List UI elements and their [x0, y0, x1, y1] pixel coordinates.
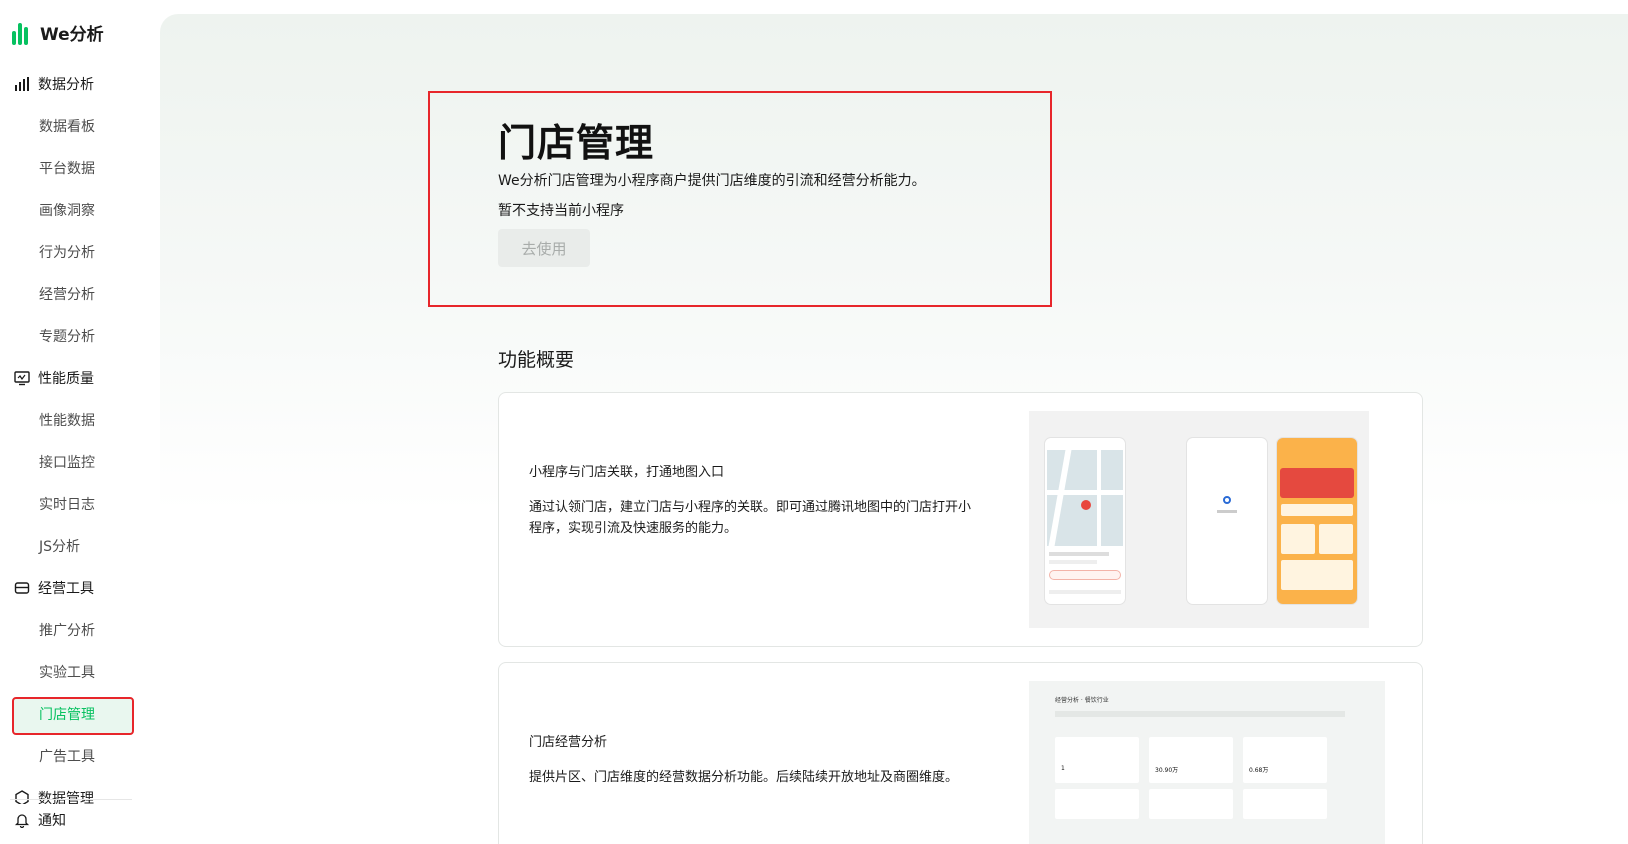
nav-group-data-analysis[interactable]: 数据分析: [0, 64, 160, 104]
sidebar-item-promotion-analysis[interactable]: 推广分析: [0, 610, 160, 650]
wallet-icon: [14, 580, 30, 596]
hexagon-icon: [14, 790, 30, 804]
map-area: [1047, 450, 1123, 546]
nav-group-data-management[interactable]: 数据管理: [0, 778, 160, 804]
sidebar-nav: 数据分析 数据看板 平台数据 画像洞察 行为分析 经营分析 专题分析 性能质量 …: [0, 64, 160, 804]
feature-preview-dashboard: 经营分析 · 餐饮行业 1 30.90万 0.68万: [1029, 681, 1385, 844]
unsupported-notice: 暂不支持当前小程序: [498, 203, 624, 219]
nav-group-performance[interactable]: 性能质量: [0, 358, 160, 398]
sidebar-item-platform-data[interactable]: 平台数据: [0, 148, 160, 188]
preview-metric-card: 0.68万: [1243, 737, 1327, 783]
page-description: We分析门店管理为小程序商户提供门店维度的引流和经营分析能力。: [498, 173, 926, 189]
sidebar-item-store-management[interactable]: 门店管理: [0, 694, 160, 735]
page-title: 门店管理: [498, 121, 655, 165]
sidebar-item-data-dashboard[interactable]: 数据看板: [0, 106, 160, 146]
overview-title: 功能概要: [498, 349, 575, 371]
feature-card-map-entry: 小程序与门店关联，打通地图入口 通过认领门店，建立门店与小程序的关联。即可通过腾…: [498, 392, 1423, 647]
preview-metric-value: 0.68万: [1249, 767, 1269, 774]
sidebar-item-experiment-tools[interactable]: 实验工具: [0, 652, 160, 692]
nav-group-label: 数据管理: [38, 791, 94, 804]
feature-card-text: 通过认领门店，建立门店与小程序的关联。即可通过腾讯地图中的门店打开小程序，实现引…: [529, 500, 972, 536]
phone-map-screen: [1045, 438, 1125, 604]
we-analysis-logo-icon: [12, 21, 32, 45]
phone-store-screen: [1277, 438, 1357, 604]
sidebar-item-performance-data[interactable]: 性能数据: [0, 400, 160, 440]
feature-card-store-analysis: 门店经营分析 提供片区、门店维度的经营数据分析功能。后续陆续开放地址及商圈维度。…: [498, 662, 1423, 844]
sidebar-item-js-analysis[interactable]: JS分析: [0, 526, 160, 566]
sidebar-item-api-monitor[interactable]: 接口监控: [0, 442, 160, 482]
sidebar: We分析 数据分析 数据看板 平台数据 画像洞察 行为分析 经营分析 专题分析 …: [0, 0, 160, 844]
nav-group-business-tools[interactable]: 经营工具: [0, 568, 160, 608]
nav-group-label: 经营工具: [38, 581, 94, 597]
sidebar-item-business-analysis[interactable]: 经营分析: [0, 274, 160, 314]
preview-metric-value: 1: [1061, 765, 1065, 772]
preview-metric-card: 1: [1055, 737, 1139, 783]
monitor-icon: [14, 370, 30, 386]
feature-card-title: 门店经营分析: [529, 735, 608, 750]
preview-metric-value: 30.90万: [1155, 767, 1179, 774]
nav-group-label: 性能质量: [38, 371, 94, 387]
sidebar-divider: [10, 799, 132, 800]
feature-preview-image: [1029, 411, 1369, 628]
promo-banner: [1280, 468, 1354, 498]
phone-loading-screen: [1187, 438, 1267, 604]
sidebar-item-topic-analysis[interactable]: 专题分析: [0, 316, 160, 356]
feature-card-title: 小程序与门店关联，打通地图入口: [529, 465, 725, 480]
bell-icon: [14, 812, 30, 828]
app-logo-icon: [1223, 496, 1231, 504]
preview-metric-card: 30.90万: [1149, 737, 1233, 783]
nav-group-label: 数据分析: [38, 77, 94, 93]
app-name: We分析: [40, 25, 104, 45]
bar-chart-icon: [14, 76, 30, 92]
map-pin-icon: [1081, 500, 1091, 510]
logo[interactable]: We分析: [12, 20, 104, 45]
sidebar-item-behavior-analysis[interactable]: 行为分析: [0, 232, 160, 272]
notify-label: 通知: [38, 813, 66, 829]
sidebar-item-ad-tools[interactable]: 广告工具: [0, 736, 160, 776]
sidebar-item-profile-insight[interactable]: 画像洞察: [0, 190, 160, 230]
feature-card-text: 提供片区、门店维度的经营数据分析功能。后续陆续开放地址及商圈维度。: [529, 770, 959, 785]
sidebar-item-realtime-log[interactable]: 实时日志: [0, 484, 160, 524]
go-use-button[interactable]: 去使用: [498, 229, 590, 267]
preview-header: 经营分析 · 餐饮行业: [1055, 697, 1109, 704]
notification-button[interactable]: 通知: [14, 810, 66, 830]
